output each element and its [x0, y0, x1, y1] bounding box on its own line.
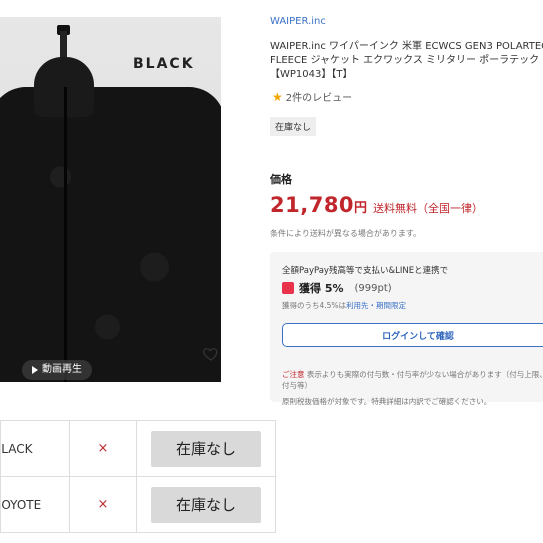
- brand-link[interactable]: WAIPER.inc: [270, 16, 326, 27]
- variation-name-cell: BLACK: [0, 420, 70, 477]
- stock-status-badge: 在庫なし: [270, 117, 317, 136]
- favorite-button[interactable]: [202, 345, 220, 367]
- login-confirm-button[interactable]: ログインして確認: [282, 323, 543, 347]
- variation-stock-cell: 在庫なし: [136, 420, 276, 477]
- paypay-promo-box: 全額PayPay残高等で支払い&LINEと連携で 獲得 5% (999pt) 獲…: [270, 252, 543, 406]
- paypay-usage-link[interactable]: 利用先・期間限定: [346, 301, 406, 310]
- price-value: 21,780: [270, 193, 355, 217]
- play-video-label: 動画再生: [42, 364, 82, 375]
- caution-heading: ご注意: [282, 370, 305, 379]
- jacket-fleece-texture: [0, 87, 221, 382]
- paypay-bottom-note: 原則税抜価格が対象です。特典詳細は内訳でご確認ください。: [282, 397, 492, 406]
- paypay-heading: 全額PayPay残高等で支払い&LINEと連携で: [282, 266, 449, 276]
- variation-name: BLACK: [1, 441, 33, 456]
- variation-availability-mark: ×: [69, 476, 137, 533]
- variation-availability-mark: ×: [69, 420, 137, 477]
- paypay-sub-prefix: 獲得のうち4.5%は: [282, 301, 347, 310]
- paypay-caution: ご注意 表示よりも実際の付与数・付与率が少ない場合があります（付与上限、付与等）: [282, 369, 543, 391]
- play-video-button[interactable]: 動画再生: [22, 360, 92, 380]
- variation-name-cell: COYOTE: [0, 476, 70, 533]
- paypay-earn-rate: 獲得 5%: [299, 282, 344, 295]
- price-currency: 円: [354, 201, 368, 216]
- out-of-stock-button[interactable]: 在庫なし: [151, 486, 261, 523]
- variation-stock-cell: 在庫なし: [136, 476, 276, 533]
- variation-row: BLACK × 在庫なし: [0, 420, 276, 477]
- review-summary[interactable]: ★ 2件のレビュー: [272, 89, 353, 105]
- price-heading: 価格: [270, 173, 292, 186]
- color-overlay-label: BLACK: [133, 56, 195, 72]
- variation-table: BLACK × 在庫なし COYOTE × 在庫なし: [0, 420, 276, 533]
- jacket-zipper: [64, 87, 67, 382]
- paypay-icon: [282, 282, 294, 294]
- paypay-earn-row: 獲得 5% (999pt): [282, 280, 392, 296]
- paypay-points: (999pt): [354, 282, 392, 294]
- shipping-info: 送料無料（全国一律）: [373, 202, 484, 215]
- product-image[interactable]: BLACK 動画再生: [0, 17, 221, 382]
- paypay-sub-note: 獲得のうち4.5%は利用先・期間限定: [282, 300, 406, 311]
- heart-icon: [203, 348, 218, 361]
- out-of-stock-button[interactable]: 在庫なし: [151, 430, 261, 467]
- product-title: WAIPER.inc ワイパーインク 米軍 ECWCS GEN3 POLARTE…: [270, 41, 543, 80]
- shipping-note: 条件により送料が異なる場合があります。: [270, 229, 422, 238]
- variation-row: COYOTE × 在庫なし: [0, 476, 276, 533]
- play-icon: [32, 366, 38, 374]
- star-icon: ★: [272, 89, 283, 104]
- caution-text: 表示よりも実際の付与数・付与率が少ない場合があります（付与上限、付与等）: [282, 370, 543, 390]
- variation-name: COYOTE: [1, 497, 42, 512]
- price-row: 21,780円 送料無料（全国一律）: [270, 193, 483, 217]
- review-count-label: 2件のレビュー: [285, 93, 353, 104]
